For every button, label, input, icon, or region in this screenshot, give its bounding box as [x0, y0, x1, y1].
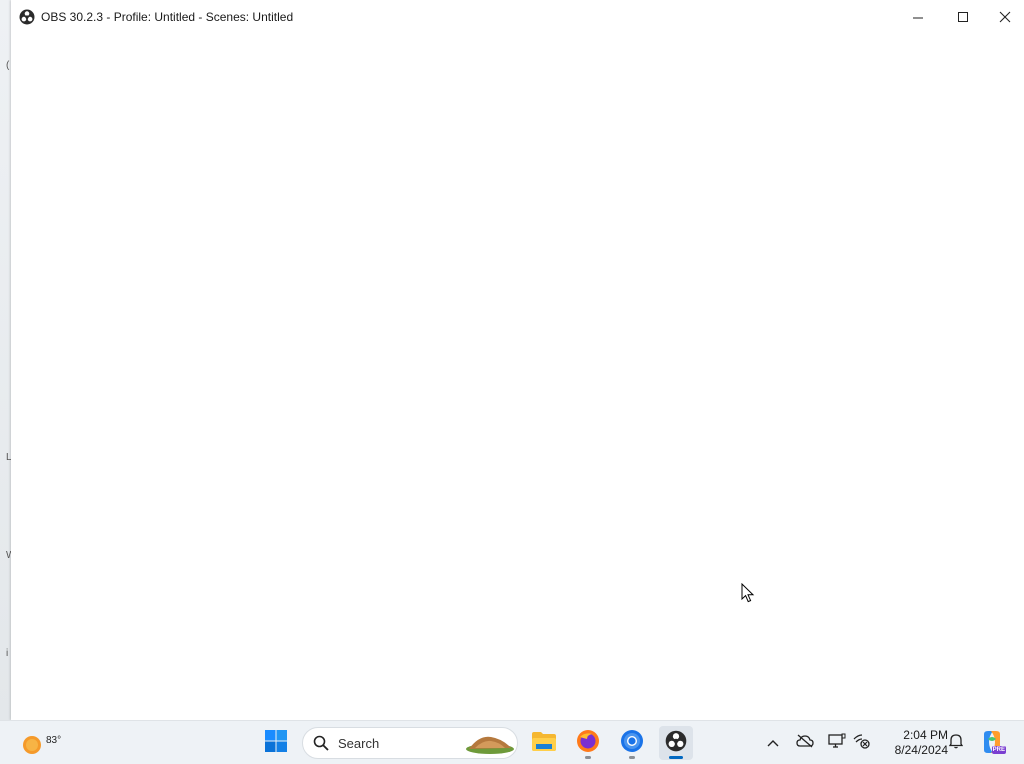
clock-date: 8/24/2024 — [894, 743, 948, 757]
taskbar-app-file-explorer[interactable] — [527, 726, 561, 760]
maximize-icon — [958, 11, 969, 23]
system-clock[interactable]: 2:04 PM 8/24/2024 — [876, 728, 948, 758]
display-icon — [828, 733, 846, 754]
running-indicator — [629, 756, 635, 759]
copilot-pre-icon: PRE — [980, 730, 1006, 754]
weather-widget[interactable]: 83° — [14, 727, 62, 760]
bell-icon — [948, 733, 964, 754]
obs-main-window: OBS 30.2.3 - Profile: Untitled - Scenes:… — [11, 0, 1024, 720]
sun-icon — [22, 735, 42, 760]
display-tray-button[interactable] — [827, 733, 847, 753]
obs-icon — [19, 9, 35, 25]
close-icon — [999, 11, 1011, 23]
window-title: OBS 30.2.3 - Profile: Untitled - Scenes:… — [41, 10, 294, 24]
folder-icon — [531, 730, 557, 757]
taskbar-app-obs-studio[interactable] — [659, 726, 693, 760]
firefox-icon — [576, 729, 600, 758]
taskbar-search-box[interactable]: Search — [302, 727, 518, 759]
onedrive-tray-button[interactable] — [795, 733, 815, 753]
copilot-badge: PRE — [991, 746, 1006, 754]
mouse-pointer-icon — [741, 582, 755, 603]
desktop-partial-glyph: ( — [6, 60, 10, 71]
network-tray-button[interactable] — [852, 733, 872, 753]
taskbar: 83° Search 2:04 PM 8/24/2024 PRE — [0, 720, 1024, 764]
taskbar-app-chrome[interactable] — [615, 726, 649, 760]
chevron-up-icon — [767, 734, 779, 752]
search-highlight-image — [465, 731, 515, 755]
taskbar-app-firefox[interactable] — [571, 726, 605, 760]
windows-logo-icon — [264, 729, 288, 758]
minimize-button[interactable] — [896, 0, 941, 34]
chrome-icon — [620, 729, 644, 758]
cloud-offline-icon — [796, 734, 814, 753]
running-indicator — [585, 756, 591, 759]
desktop-background-edge: ( L W i — [0, 0, 15, 720]
search-label: Search — [338, 736, 380, 751]
maximize-button[interactable] — [941, 0, 986, 34]
notifications-button[interactable] — [946, 733, 966, 753]
weather-temperature: 83° — [46, 735, 62, 746]
active-indicator — [669, 756, 683, 759]
close-button[interactable] — [986, 0, 1024, 34]
show-hidden-icons-button[interactable] — [763, 733, 783, 753]
clock-time: 2:04 PM — [903, 728, 948, 742]
window-titlebar[interactable]: OBS 30.2.3 - Profile: Untitled - Scenes:… — [11, 0, 1024, 34]
search-icon — [313, 735, 329, 751]
window-content-area[interactable] — [11, 34, 1024, 720]
network-settings-icon — [853, 733, 871, 754]
minimize-icon — [913, 12, 924, 23]
desktop-partial-glyph: i — [6, 648, 9, 659]
copilot-button[interactable]: PRE — [980, 730, 1006, 754]
obs-icon — [665, 730, 687, 757]
start-button[interactable] — [259, 726, 293, 760]
